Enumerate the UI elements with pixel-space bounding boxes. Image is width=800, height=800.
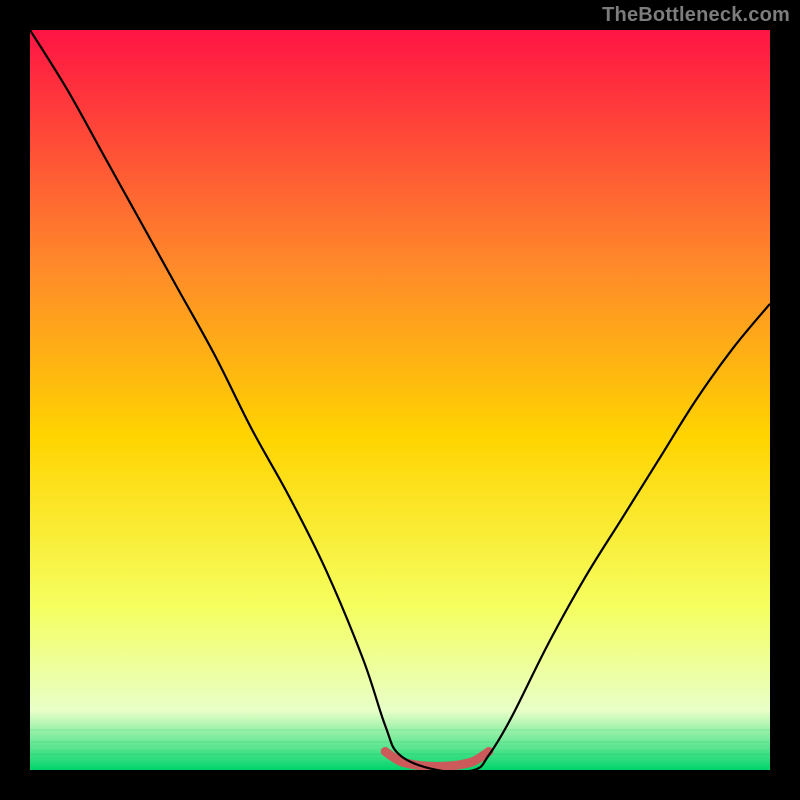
curve-layer bbox=[30, 30, 770, 770]
plot-area bbox=[30, 30, 770, 770]
bottom-marker-band bbox=[385, 752, 489, 767]
watermark-text: TheBottleneck.com bbox=[602, 4, 790, 27]
frame: TheBottleneck.com bbox=[0, 0, 800, 800]
main-curve bbox=[30, 30, 770, 770]
